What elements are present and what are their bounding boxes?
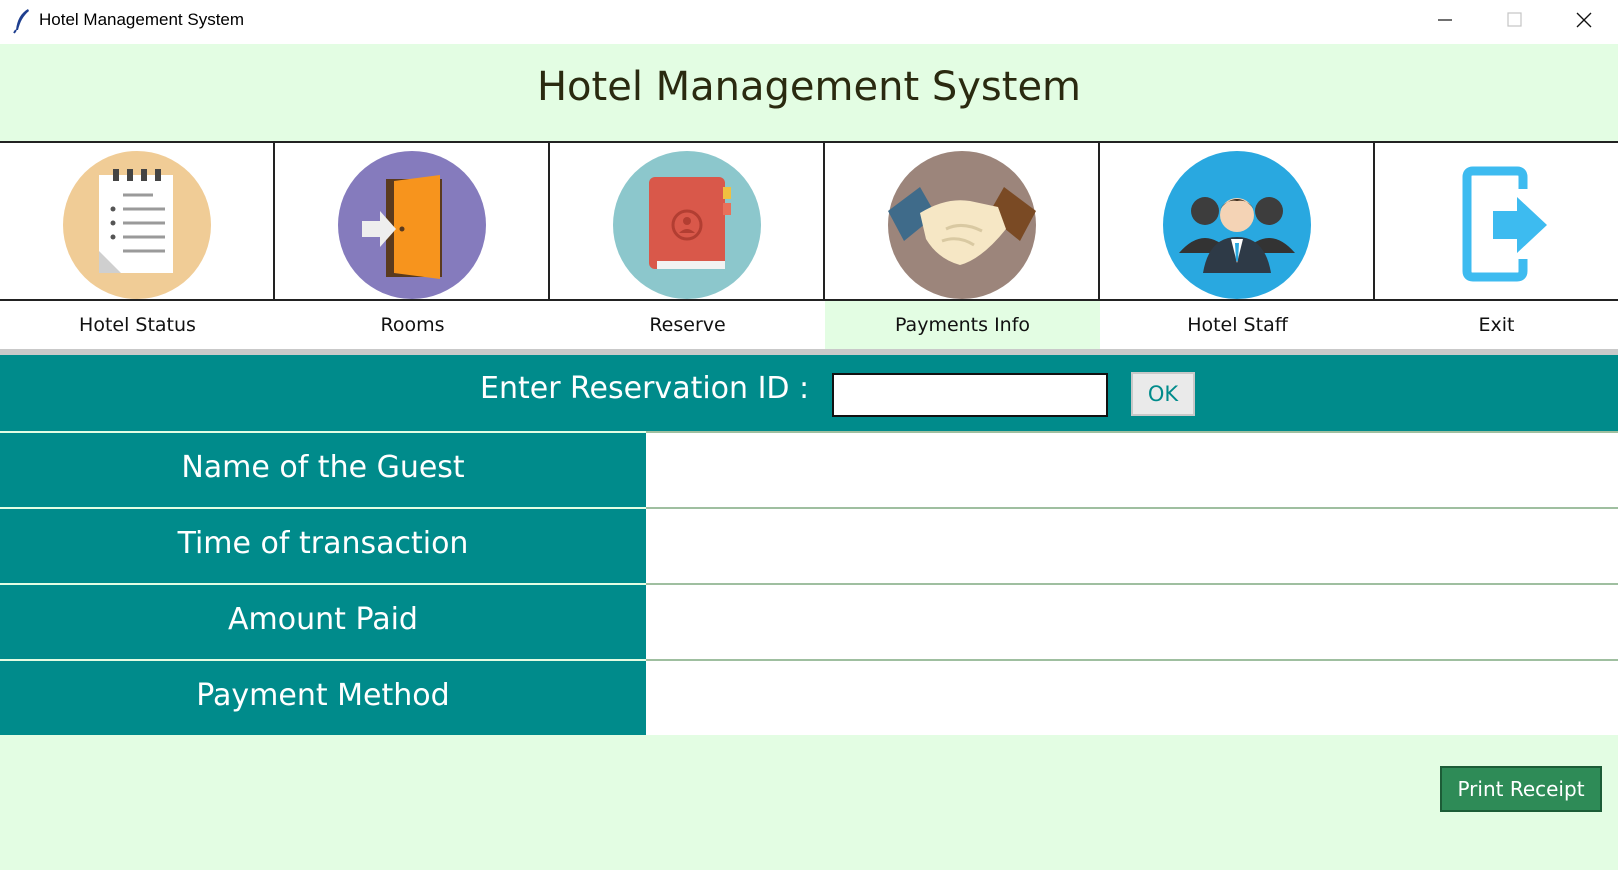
reservation-id-bar: Enter Reservation ID : OK [0,355,1618,431]
amount-paid-value [646,583,1618,659]
nav-payments-info-label[interactable]: Payments Info [825,301,1100,349]
guest-name-label: Name of the Guest [0,431,646,507]
page-title: Hotel Management System [536,64,1082,110]
book-icon [612,151,761,299]
guest-name-label-text: Name of the Guest [181,450,465,485]
exit-icon [1462,166,1547,282]
nav-payments-info-tile[interactable] [825,141,1100,301]
nav-hotel-status-label[interactable]: Hotel Status [0,301,275,349]
nav-rooms[interactable]: Rooms [275,141,550,349]
payment-method-row: Payment Method [0,659,1618,735]
app-client-area: Hotel Management System Hotel Status Roo… [0,44,1618,870]
minimize-icon [1438,19,1452,21]
transaction-time-label-text: Time of transaction [177,526,469,561]
nav-reserve-label[interactable]: Reserve [550,301,825,349]
amount-paid-row: Amount Paid [0,583,1618,659]
nav-exit[interactable]: Exit [1375,141,1618,349]
close-button[interactable] [1550,0,1618,44]
guest-name-value [646,431,1618,507]
maximize-button[interactable] [1478,0,1546,44]
payment-method-label-text: Payment Method [196,678,450,713]
reservation-id-input[interactable] [832,373,1108,417]
nav-reserve[interactable]: Reserve [550,141,825,349]
handshake-icon [887,151,1036,299]
close-icon [1576,12,1592,28]
nav-hotel-staff-tile[interactable] [1100,141,1375,301]
minimize-button[interactable] [1410,0,1478,44]
staff-icon [1162,151,1311,299]
transaction-time-row: Time of transaction [0,507,1618,583]
door-icon [337,151,486,299]
nav-payments-info[interactable]: Payments Info [825,141,1100,349]
transaction-time-label: Time of transaction [0,507,646,583]
payment-method-label: Payment Method [0,659,646,735]
nav-rooms-label[interactable]: Rooms [275,301,550,349]
nav-rooms-tile[interactable] [275,141,550,301]
print-receipt-button[interactable]: Print Receipt [1440,766,1602,812]
notepad-icon [62,151,211,299]
transaction-time-value [646,507,1618,583]
nav-exit-label[interactable]: Exit [1375,301,1618,349]
nav-hotel-staff[interactable]: Hotel Staff [1100,141,1375,349]
payment-method-value [646,659,1618,735]
nav-hotel-status[interactable]: Hotel Status [0,141,275,349]
nav-hotel-staff-label[interactable]: Hotel Staff [1100,301,1375,349]
reservation-id-label: Enter Reservation ID : [480,371,810,406]
main-navigation: Hotel Status Rooms Reserve Payments Info… [0,141,1618,349]
nav-hotel-status-tile[interactable] [0,141,275,301]
window-title: Hotel Management System [39,10,245,29]
feather-icon [13,9,29,34]
ok-button[interactable]: OK [1131,372,1195,416]
guest-name-row: Name of the Guest [0,431,1618,507]
maximize-icon [1507,12,1522,27]
nav-reserve-tile[interactable] [550,141,825,301]
amount-paid-label: Amount Paid [0,583,646,659]
amount-paid-label-text: Amount Paid [228,602,418,637]
nav-exit-tile[interactable] [1375,141,1618,301]
window-titlebar: Hotel Management System [0,0,1618,44]
